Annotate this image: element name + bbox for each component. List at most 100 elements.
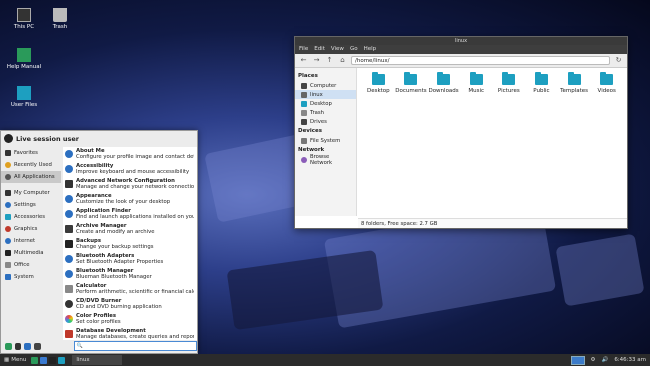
bookmark-icon (5, 150, 11, 156)
appearance-icon (65, 195, 73, 203)
status-bar: 8 folders, Free space: 2.7 GB (358, 218, 627, 228)
grid-icon (5, 174, 11, 180)
places-header: Places (298, 73, 318, 79)
menu-footer: 🔍 (1, 339, 198, 353)
system-tray: ⚙ 🔊 6:46:33 am (570, 355, 650, 365)
desktop-icon-user-files[interactable]: User Files (4, 86, 44, 108)
user-name: Live session user (16, 134, 79, 143)
menu-help[interactable]: Help (364, 45, 377, 54)
folder-desktop[interactable]: Desktop (362, 72, 395, 210)
app-archive-manager[interactable]: Archive Manager Create and modify an arch… (63, 222, 197, 237)
menu-file[interactable]: File (299, 45, 308, 54)
app-about-me[interactable]: About Me Configure your profile image and… (63, 147, 197, 162)
category-internet[interactable]: Internet (1, 235, 61, 247)
menu-button[interactable]: ▦ Menu (0, 357, 30, 363)
back-icon[interactable]: ← (299, 56, 308, 65)
application-list: About Me Configure your profile image and… (63, 147, 197, 340)
book-icon (17, 48, 31, 62)
settings-icon (5, 202, 11, 208)
app-color-profiles[interactable]: Color Profiles Set color profiles (63, 312, 197, 327)
multimedia-icon (5, 250, 11, 256)
folder-public[interactable]: Public (525, 72, 558, 210)
computer-icon (301, 82, 307, 89)
app-backups[interactable]: Backups Change your backup settings (63, 237, 197, 252)
software-manager-icon[interactable] (5, 342, 12, 350)
search-icon (65, 210, 73, 218)
taskbar-window-linux[interactable]: linux (72, 355, 123, 365)
toolbar: ← → ↑ ⌂ /home/linux/ ↻ (295, 54, 627, 68)
folder-icon (437, 72, 451, 85)
category-office[interactable]: Office (1, 259, 61, 271)
category-all-applications[interactable]: All Applications (1, 171, 61, 183)
folder-icon (469, 72, 483, 85)
folder-downloads[interactable]: Downloads (427, 72, 460, 210)
sidebar-item-browse-network[interactable]: Browse Network (295, 154, 356, 166)
location-bar[interactable]: /home/linux/ (351, 56, 610, 65)
system-icon (5, 274, 11, 280)
app-bluetooth-manager[interactable]: Bluetooth Manager Blueman Bluetooth Manag… (63, 267, 197, 282)
home-icon[interactable]: ⌂ (338, 56, 347, 65)
terminal-icon[interactable] (49, 356, 57, 364)
accessories-icon (5, 214, 11, 220)
menu-view[interactable]: View (331, 45, 344, 54)
workspace-switcher[interactable] (570, 355, 585, 365)
category-accessories[interactable]: Accessories (1, 211, 61, 223)
menu-icon: ▦ (4, 357, 10, 363)
desktop-icon-trash[interactable]: Trash (40, 8, 80, 30)
category-settings[interactable]: Settings (1, 199, 61, 211)
folder-icon (534, 72, 548, 85)
forward-icon[interactable]: → (312, 56, 321, 65)
browser-icon[interactable] (40, 356, 48, 364)
clock[interactable]: 6:46:33 am (614, 357, 646, 363)
folder-videos[interactable]: Videos (590, 72, 623, 210)
disc-icon (65, 300, 73, 308)
app-accessibility[interactable]: Accessibility Improve keyboard and mouse … (63, 162, 197, 177)
category-system[interactable]: System (1, 271, 61, 283)
sidebar-item-drives[interactable]: Drives (295, 117, 356, 126)
menu-edit[interactable]: Edit (314, 45, 325, 54)
lock-icon[interactable] (24, 342, 31, 350)
app-appearance[interactable]: Appearance Customize the look of your des… (63, 192, 197, 207)
desktop-icon (301, 100, 307, 107)
category-favorites[interactable]: Favorites (1, 147, 61, 159)
search-input[interactable]: 🔍 (73, 341, 198, 351)
folder-documents[interactable]: Documents (395, 72, 428, 210)
files-icon[interactable] (58, 356, 66, 364)
sidebar: Places Computer linux Desktop Trash Driv… (295, 68, 357, 216)
app-advanced-network[interactable]: Advanced Network Configuration Manage and… (63, 177, 197, 192)
up-icon[interactable]: ↑ (325, 56, 334, 65)
category-recently-used[interactable]: Recently Used (1, 159, 61, 171)
app-bluetooth-adapters[interactable]: Bluetooth Adapters Set Bluetooth Adapter … (63, 252, 197, 267)
app-application-finder[interactable]: Application Finder Find and launch applic… (63, 207, 197, 222)
devices-header: Devices (298, 128, 323, 134)
folder-templates[interactable]: Templates (558, 72, 591, 210)
network-icon[interactable]: ⚙ (591, 357, 596, 363)
folder-pictures[interactable]: Pictures (493, 72, 526, 210)
bluetooth-icon (65, 255, 73, 263)
sidebar-item-trash[interactable]: Trash (295, 108, 356, 117)
bluetooth-icon (65, 270, 73, 278)
desktop-icon-this-pc[interactable]: This PC (4, 8, 44, 30)
sidebar-item-file-system[interactable]: File System (295, 136, 356, 145)
show-desktop-icon[interactable] (31, 356, 39, 364)
terminal-icon[interactable] (14, 342, 22, 350)
app-calculator[interactable]: Calculator Perform arithmetic, scientific… (63, 282, 197, 297)
volume-icon[interactable]: 🔊 (601, 357, 608, 363)
category-multimedia[interactable]: Multimedia (1, 247, 61, 259)
power-icon[interactable] (33, 342, 41, 350)
sidebar-item-desktop[interactable]: Desktop (295, 99, 356, 108)
home-folder-icon (17, 86, 31, 100)
sidebar-item-computer[interactable]: Computer (295, 81, 356, 90)
category-my-computer[interactable]: My Computer (1, 187, 61, 199)
harddisk-icon (301, 137, 307, 144)
category-graphics[interactable]: Graphics (1, 223, 61, 235)
computer-icon (17, 8, 31, 22)
reload-icon[interactable]: ↻ (614, 56, 623, 65)
app-cd-dvd-burner[interactable]: CD/DVD Burner CD and DVD burning applicat… (63, 297, 197, 312)
trash-icon (53, 8, 67, 22)
sidebar-item-linux[interactable]: linux (295, 90, 356, 99)
folder-music[interactable]: Music (460, 72, 493, 210)
desktop-icon-help-manual[interactable]: Help Manual (4, 48, 44, 70)
menu-go[interactable]: Go (350, 45, 358, 54)
database-icon (65, 330, 73, 338)
